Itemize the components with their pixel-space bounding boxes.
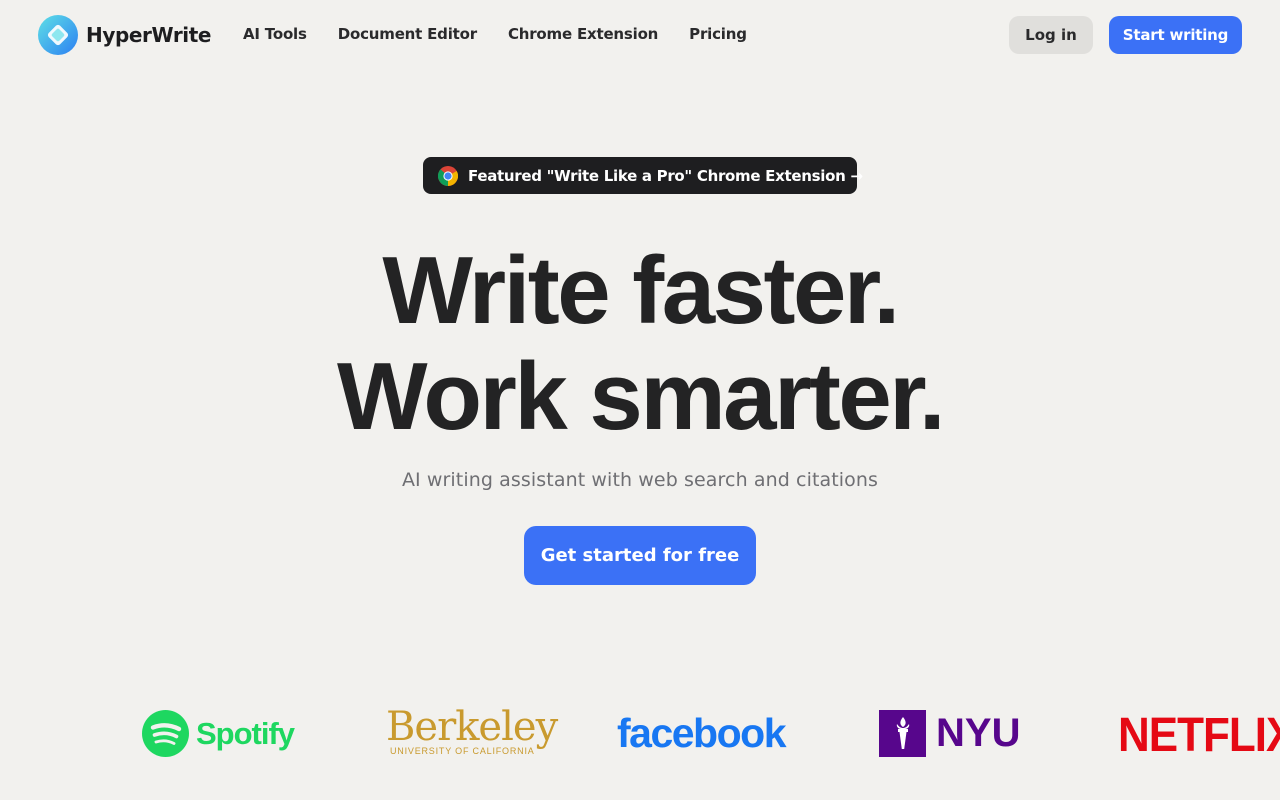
nyu-wordmark: NYU (936, 711, 1021, 755)
brand-home-link[interactable]: HyperWrite (38, 15, 211, 55)
customer-logos-strip: gle Spotify Berkeley UNIVERSITY OF CALIF… (0, 690, 1280, 780)
nav-link-ai-tools[interactable]: AI Tools (243, 25, 307, 43)
nyu-logo: NYU (879, 710, 1020, 757)
promo-label: Featured "Write Like a Pro" Chrome Exten… (468, 166, 863, 185)
spotify-icon (142, 710, 189, 757)
nav-links: AI Tools Document Editor Chrome Extensio… (243, 22, 778, 46)
hero-headline-line-2: Work smarter. (336, 343, 946, 450)
nav-link-pricing[interactable]: Pricing (689, 25, 747, 43)
berkeley-logo: Berkeley UNIVERSITY OF CALIFORNIA (386, 704, 558, 756)
hyperwrite-logo-icon (38, 15, 78, 55)
nav-link-document-editor[interactable]: Document Editor (338, 25, 477, 43)
nyu-torch-icon (879, 710, 926, 757)
berkeley-subtitle: UNIVERSITY OF CALIFORNIA (390, 746, 535, 756)
login-button[interactable]: Log in (1009, 16, 1093, 54)
facebook-wordmark: facebook (617, 710, 787, 756)
get-started-button[interactable]: Get started for free (524, 526, 756, 585)
facebook-logo: facebook (617, 710, 787, 757)
berkeley-wordmark: Berkeley (386, 704, 558, 750)
chrome-icon (438, 165, 458, 186)
spotify-wordmark: Spotify (196, 715, 295, 751)
brand-name: HyperWrite (86, 23, 212, 47)
netflix-logo: NETFLIX (1118, 708, 1280, 763)
spotify-logo: Spotify (142, 710, 295, 757)
top-navigation: HyperWrite AI Tools Document Editor Chro… (0, 0, 1280, 68)
nav-link-chrome-extension[interactable]: Chrome Extension (508, 25, 658, 43)
chrome-extension-promo-link[interactable]: Featured "Write Like a Pro" Chrome Exten… (423, 157, 863, 194)
hero-subtitle: AI writing assistant with web search and… (401, 469, 879, 491)
netflix-wordmark: NETFLIX (1118, 708, 1280, 762)
start-writing-button[interactable]: Start writing (1109, 16, 1242, 54)
hero-headline-line-1: Write faster. (382, 237, 900, 344)
